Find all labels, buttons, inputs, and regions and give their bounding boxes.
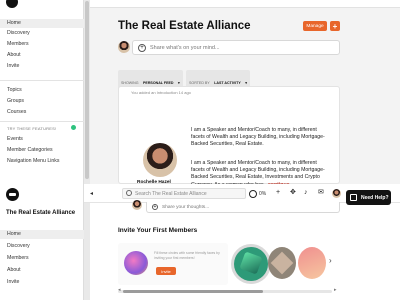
invite-hint: Fill these circles with some friendly fa…	[154, 251, 220, 260]
sidebar-item-members[interactable]: Members	[7, 41, 29, 47]
post-paragraph-1: I am a Speaker and Mentor/Coach to many,…	[191, 127, 325, 148]
sidebar-item-about[interactable]: About	[7, 267, 21, 273]
sidebar-divider	[0, 80, 84, 81]
sidebar-lower: The Real Estate Alliance Home Discovery …	[0, 184, 84, 300]
post-composer-lower[interactable]: + Share your thoughts...	[146, 202, 340, 213]
sidebar-item-member-categories[interactable]: Member Categories	[7, 147, 53, 153]
chevron-right-icon[interactable]: ›	[329, 256, 332, 265]
community-logo[interactable]	[6, 0, 18, 8]
filter-sort-label: SORTED BY	[189, 81, 210, 85]
featured-badge-icon	[71, 125, 76, 130]
invite-title: Invite Your First Members	[118, 227, 198, 234]
search-input[interactable]: Search The Real Estate Alliance	[122, 188, 246, 199]
search-placeholder: Search The Real Estate Alliance	[135, 191, 207, 197]
sidebar-item-discovery[interactable]: Discovery	[7, 243, 30, 249]
author-avatar[interactable]	[143, 143, 177, 177]
invite-button[interactable]: Invite	[156, 267, 176, 275]
member-placeholder-icon	[298, 247, 326, 279]
paw-icon[interactable]: ✥	[290, 189, 296, 196]
sidebar-item-members[interactable]: Members	[7, 255, 29, 261]
sidebar-item-courses[interactable]: Courses	[7, 109, 26, 115]
sidebar-item-invite[interactable]: Invite	[7, 279, 19, 285]
progress-text: 0%	[259, 191, 267, 197]
filter-sort-value: LAST ACTIVITY	[214, 81, 241, 85]
bell-icon[interactable]: ♪	[304, 189, 308, 196]
plus-circle-icon: +	[152, 204, 158, 210]
scroll-left-icon[interactable]: ◂	[118, 287, 121, 293]
avatar[interactable]	[118, 41, 130, 53]
avatar[interactable]	[332, 189, 341, 198]
scroll-right-icon[interactable]: ▸	[334, 287, 337, 293]
sidebar-toggle-icon[interactable]: ◂	[90, 190, 93, 197]
invite-card: Fill these circles with some friendly fa…	[118, 243, 228, 285]
decorative-blob-icon	[124, 251, 148, 275]
page-title: The Real Estate Alliance	[118, 20, 251, 32]
post-composer[interactable]: + Share what's on your mind...	[132, 40, 340, 55]
sidebar-item-home[interactable]: Home	[0, 230, 84, 239]
avatar[interactable]	[132, 200, 142, 210]
brand-title: The Real Estate Alliance	[6, 210, 76, 216]
manage-button[interactable]: Manage	[303, 21, 327, 31]
add-button[interactable]: +	[330, 21, 340, 31]
top-bar	[90, 0, 400, 8]
chevron-down-icon: ▾	[177, 81, 180, 85]
sidebar-item-navigation-menu-links[interactable]: Navigation Menu Links	[7, 158, 59, 164]
filter-show-label: SHOWING	[121, 81, 139, 85]
chevron-down-icon: ▾	[245, 81, 248, 85]
plus-icon[interactable]: +	[276, 189, 280, 196]
featured-header: TRY THESE FEATURES!	[7, 126, 57, 131]
community-logo-icon[interactable]	[6, 188, 19, 201]
sidebar-item-topics[interactable]: Topics	[7, 87, 22, 93]
sidebar-divider	[0, 121, 84, 122]
chat-icon[interactable]: ✉	[318, 189, 324, 196]
composer-placeholder: Share your thoughts...	[162, 205, 210, 210]
sidebar-item-invite[interactable]: Invite	[7, 63, 19, 69]
sidebar-item-home[interactable]: Home	[0, 19, 84, 28]
post-meta: You added an Introduction 14 ago	[131, 90, 191, 95]
need-help-label: Need Help?	[361, 194, 389, 201]
sidebar: Home Discovery Members About Invite Topi…	[0, 0, 84, 184]
sidebar-scrollbar-thumb[interactable]	[85, 1, 89, 179]
search-icon	[126, 190, 132, 196]
help-icon	[350, 194, 357, 201]
plus-circle-icon: +	[138, 44, 146, 52]
need-help-button[interactable]: Need Help?	[346, 190, 391, 205]
sidebar-item-about[interactable]: About	[7, 52, 21, 58]
sidebar-item-groups[interactable]: Groups	[7, 98, 24, 104]
sidebar-item-discovery[interactable]: Discovery	[7, 30, 30, 36]
horizontal-scrollbar-thumb[interactable]	[123, 290, 263, 293]
post-card: You added an Introduction 14 ago Rochell…	[118, 86, 340, 188]
filter-show-value: PERSONAL FEED	[143, 81, 174, 85]
sidebar-item-events[interactable]: Events	[7, 136, 23, 142]
progress-ring-icon[interactable]	[249, 190, 257, 198]
composer-placeholder: Share what's on your mind...	[150, 45, 220, 51]
